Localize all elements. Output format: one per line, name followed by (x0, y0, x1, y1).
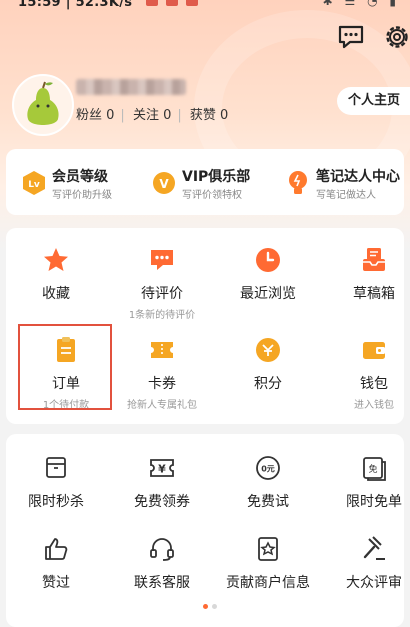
grid-item-drafts[interactable]: 草稿箱 (324, 246, 404, 303)
yen-coupon-icon: ¥ (150, 459, 174, 477)
status-time: 15:59 | 52.3K/s (18, 0, 133, 10)
tool-liked[interactable]: 赞过 (6, 535, 106, 592)
tool-label: 免费试 (247, 494, 289, 510)
grid-item-label: 最近浏览 (240, 286, 296, 302)
flash-sale-box-icon (46, 457, 66, 478)
grid-item-points[interactable]: 积分 (218, 336, 318, 393)
notification-icons (146, 0, 206, 10)
status-indicators: ✱ ☰ ◔ ▮ (322, 0, 400, 8)
tool-free-coupons[interactable]: ¥ 免费领券 (112, 454, 212, 511)
gear-icon (386, 26, 408, 48)
tool-contribute-merchant[interactable]: 贡献商户信息 (218, 535, 318, 592)
grid-item-coupons[interactable]: 卡券 抢新人专属礼包 (112, 336, 212, 411)
svg-text:Lv: Lv (28, 180, 40, 190)
free-order-icon: 免 (363, 457, 386, 481)
message-icon (338, 25, 364, 49)
tool-label: 限时秒杀 (28, 494, 84, 510)
thumbs-up-icon (45, 538, 68, 560)
page-dot (212, 604, 217, 609)
points-coin-icon (256, 338, 280, 362)
ticket-icon (151, 342, 173, 358)
profile-stats: 粉丝 0 | 关注 0 | 获赞 0 (76, 108, 229, 123)
merchant-info-icon (258, 537, 278, 561)
grid-item-label: 积分 (254, 376, 282, 392)
grid-item-subtitle: 抢新人专属礼包 (127, 400, 197, 411)
member-level-title: 会员等级 (52, 169, 108, 185)
lightbulb-icon (289, 171, 307, 194)
tool-label: 大众评审 (346, 575, 402, 591)
svg-text:免: 免 (368, 463, 377, 475)
comment-icon (151, 250, 173, 270)
level-badge-icon: Lv (23, 171, 45, 195)
grid-item-label: 收藏 (42, 286, 70, 302)
tool-label: 赞过 (42, 575, 70, 591)
grid-item-label: 待评价 (141, 286, 183, 302)
settings-button[interactable] (382, 22, 410, 52)
tool-free-order[interactable]: 免 限时免单 (324, 454, 404, 511)
headset-icon (150, 538, 174, 561)
tool-label: 限时免单 (346, 494, 402, 510)
svg-text:V: V (159, 177, 169, 191)
grid-item-favorites[interactable]: 收藏 (6, 246, 106, 303)
grid-item-label: 草稿箱 (353, 286, 395, 302)
grid-item-subtitle: 进入钱包 (354, 400, 394, 411)
grid-item-recent-views[interactable]: 最近浏览 (218, 246, 318, 303)
following-count[interactable]: 关注 0 (133, 108, 171, 123)
grid-item-subtitle: 1条新的待评价 (128, 310, 196, 321)
tool-flash-sale[interactable]: 限时秒杀 (6, 454, 106, 511)
status-bar: 15:59 | 52.3K/s ✱ ☰ ◔ ▮ (0, 0, 410, 16)
avatar[interactable] (12, 74, 74, 136)
wallet-icon (363, 342, 385, 359)
orders-highlight-box (18, 324, 112, 410)
nickname-blurred (76, 79, 186, 95)
vip-club-title: VIP俱乐部 (182, 169, 251, 185)
clock-icon (256, 248, 280, 272)
draft-box-icon (363, 248, 385, 271)
svg-text:0元: 0元 (261, 465, 275, 474)
pear-avatar-icon (27, 81, 59, 125)
tool-label: 联系客服 (134, 575, 190, 591)
page-dot-active (203, 604, 208, 609)
tool-free-trial[interactable]: 0元 免费试 (218, 454, 318, 511)
note-expert-subtitle: 写笔记做达人 (316, 190, 376, 201)
note-expert-title: 笔记达人中心 (316, 169, 400, 185)
tool-customer-service[interactable]: 联系客服 (112, 535, 212, 592)
svg-text:¥: ¥ (158, 463, 166, 476)
page-indicator (203, 594, 221, 613)
member-level-subtitle: 写评价助升级 (52, 190, 112, 201)
tool-public-review[interactable]: 大众评审 (324, 535, 404, 592)
fans-count[interactable]: 粉丝 0 (76, 108, 114, 123)
tool-label: 免费领券 (134, 494, 190, 510)
grid-item-pending-review[interactable]: 待评价 1条新的待评价 (112, 246, 212, 321)
personal-homepage-button[interactable]: 个人主页 (337, 87, 410, 115)
grid-item-label: 钱包 (360, 376, 388, 392)
grid-item-wallet[interactable]: 钱包 进入钱包 (324, 336, 404, 411)
vip-club-subtitle: 写评价领特权 (182, 190, 242, 201)
gavel-icon (363, 536, 385, 560)
grid-item-label: 卡券 (148, 376, 176, 392)
membership-card: Lv 会员等级 写评价助升级 V VIP俱乐部 写评价领特权 笔记达人中心 写笔… (6, 149, 404, 215)
likes-count[interactable]: 获赞 0 (190, 108, 228, 123)
star-icon (44, 248, 68, 271)
zero-yuan-icon: 0元 (256, 456, 280, 480)
vip-badge-icon: V (153, 172, 175, 194)
message-button[interactable] (336, 22, 366, 52)
tool-label: 贡献商户信息 (226, 575, 310, 591)
